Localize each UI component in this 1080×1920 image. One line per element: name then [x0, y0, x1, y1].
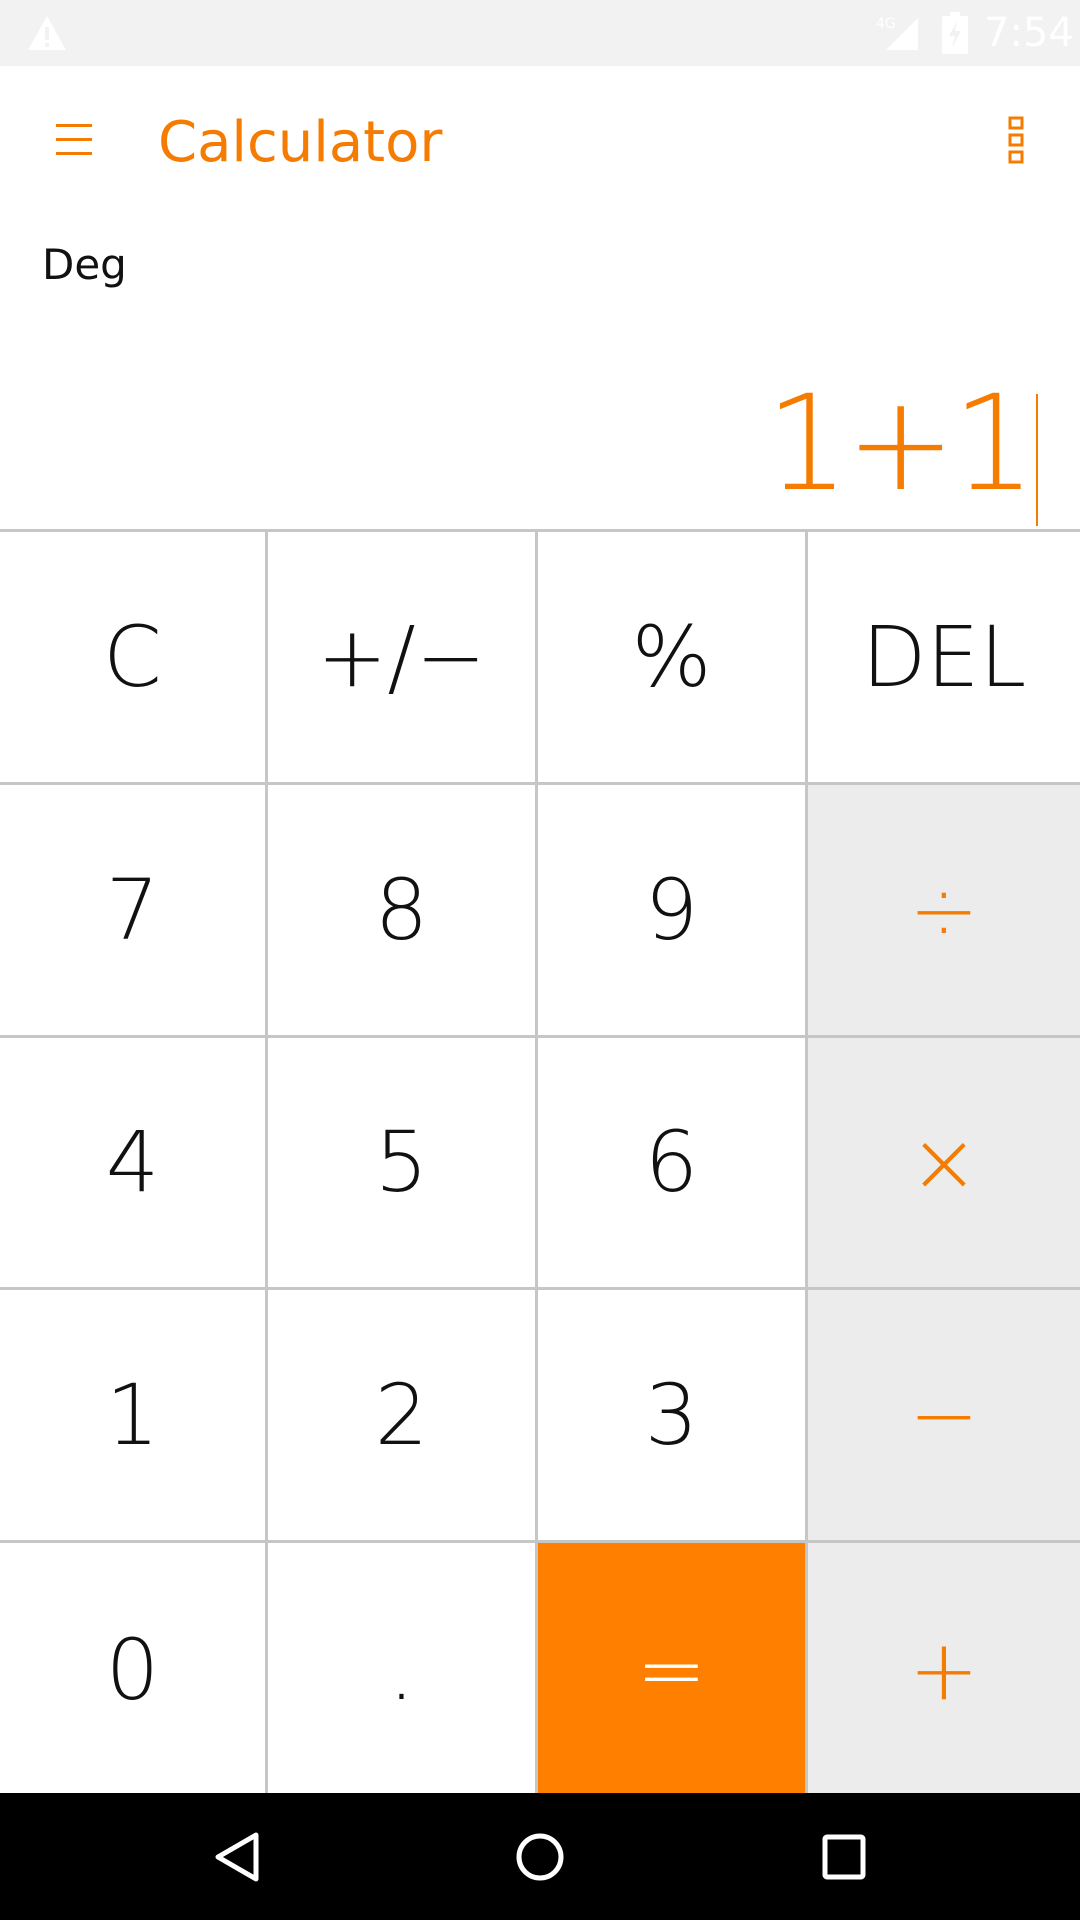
more-options-icon[interactable]	[1008, 116, 1026, 164]
key-6[interactable]: 6	[538, 1037, 808, 1291]
app-title: Calculator	[158, 110, 443, 175]
key-0[interactable]: 0	[0, 1543, 268, 1796]
back-icon[interactable]	[212, 1831, 262, 1883]
key-5[interactable]: 5	[268, 1037, 538, 1291]
key-multiply[interactable]: ×	[808, 1037, 1080, 1291]
key-1[interactable]: 1	[0, 1290, 268, 1544]
navigation-bar	[0, 1793, 1080, 1920]
status-time: 7:54	[984, 10, 1074, 56]
key-add[interactable]: +	[808, 1543, 1080, 1796]
key-delete[interactable]: DEL	[808, 532, 1080, 785]
network-label: 4G	[876, 16, 896, 32]
key-2[interactable]: 2	[268, 1290, 538, 1544]
key-8[interactable]: 8	[268, 784, 538, 1038]
key-3[interactable]: 3	[538, 1290, 808, 1544]
expression-display[interactable]: 1+1	[765, 378, 1036, 510]
app-bar: Calculator	[0, 66, 1080, 216]
signal-icon: 4G	[876, 16, 918, 50]
warning-icon	[28, 16, 66, 50]
key-clear[interactable]: C	[0, 532, 268, 785]
battery-charging-icon	[942, 12, 968, 54]
keypad: C +/− % DEL 7 8 9 ÷ 4 5 6 × 1 2 3 − 0 . …	[0, 529, 1080, 1796]
key-divide[interactable]: ÷	[808, 784, 1080, 1038]
key-9[interactable]: 9	[538, 784, 808, 1038]
menu-icon[interactable]	[54, 120, 94, 160]
home-icon[interactable]	[514, 1831, 566, 1883]
angle-mode-label[interactable]: Deg	[42, 240, 127, 289]
key-percent[interactable]: %	[538, 532, 808, 785]
key-subtract[interactable]: −	[808, 1290, 1080, 1544]
key-plus-minus[interactable]: +/−	[268, 532, 538, 785]
key-4[interactable]: 4	[0, 1037, 268, 1291]
status-bar: 4G 7:54	[0, 0, 1080, 66]
key-decimal[interactable]: .	[268, 1543, 538, 1796]
text-cursor	[1036, 394, 1038, 526]
recents-icon[interactable]	[820, 1831, 868, 1883]
key-equals[interactable]: =	[538, 1543, 808, 1796]
key-7[interactable]: 7	[0, 784, 268, 1038]
